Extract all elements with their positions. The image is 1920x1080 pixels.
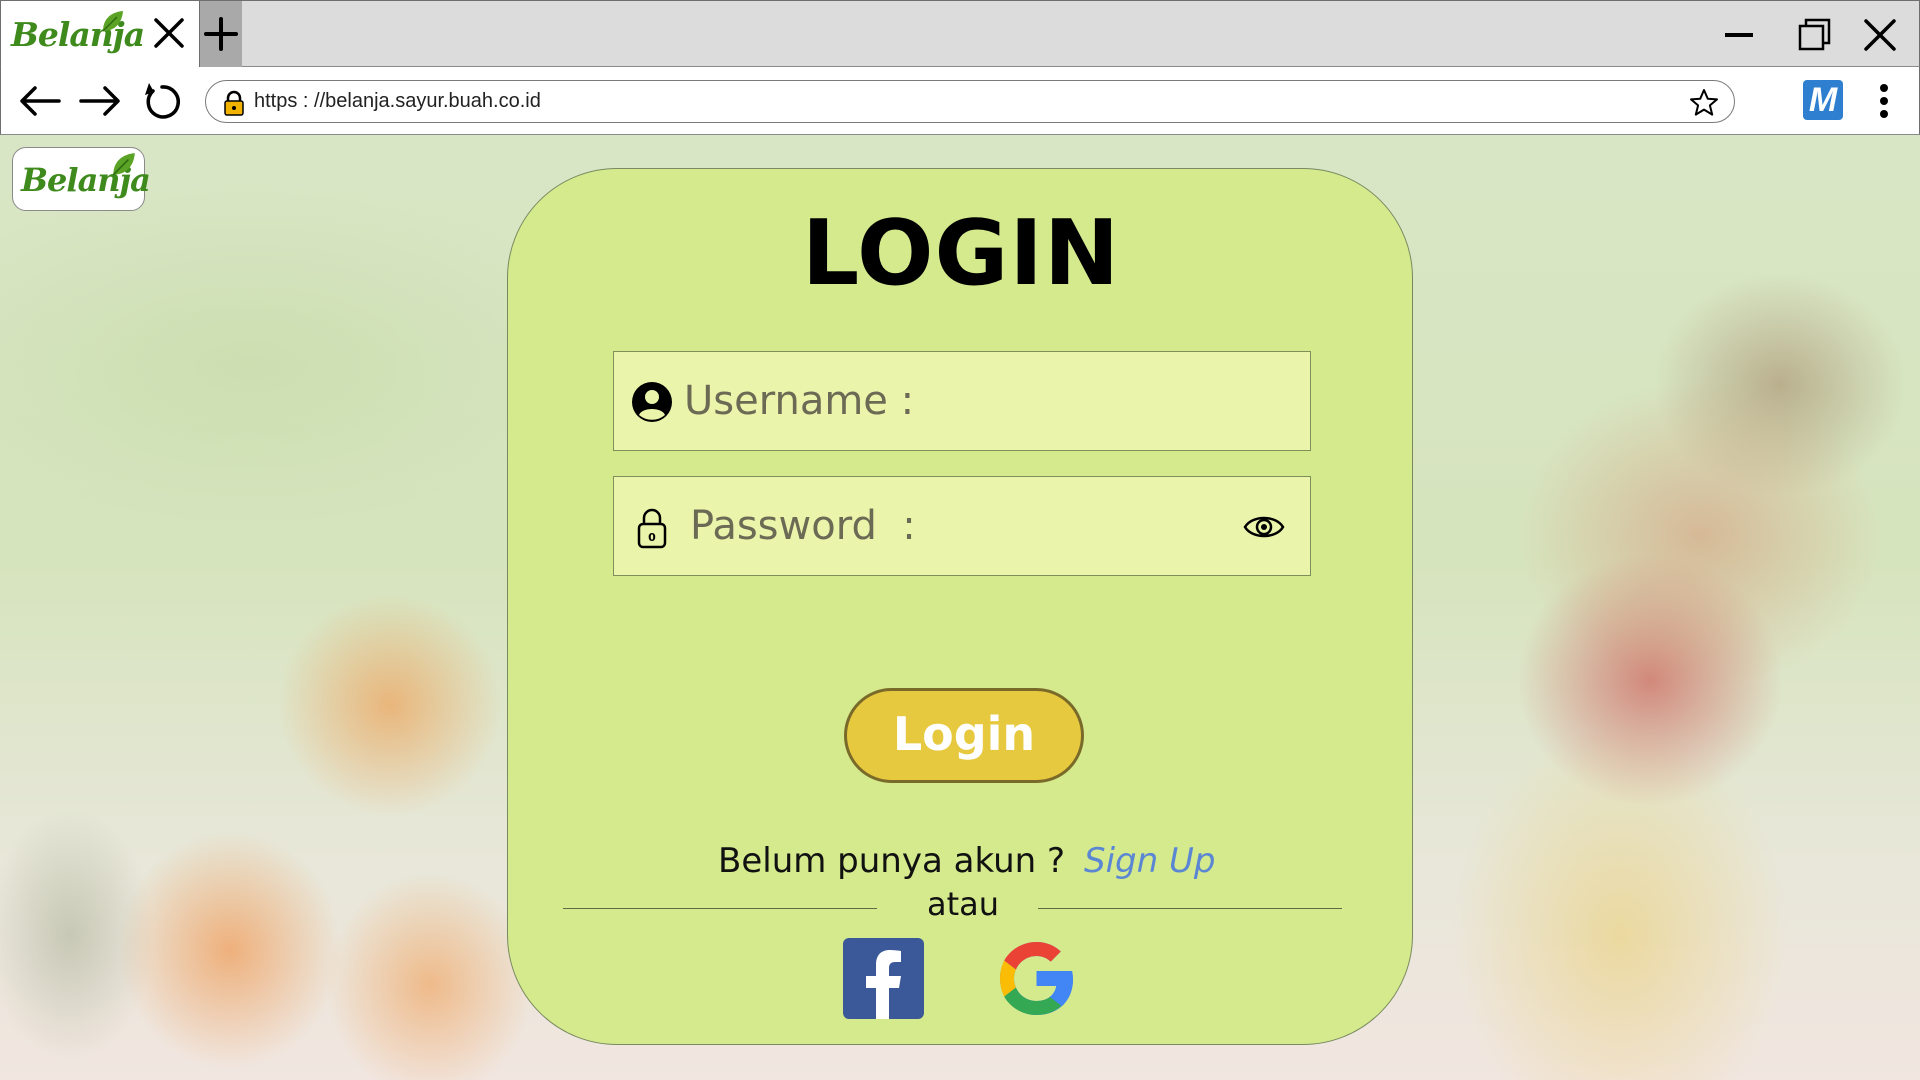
divider-line-right (1038, 908, 1342, 909)
facebook-icon[interactable] (843, 938, 924, 1019)
page-background: Belanja LOGIN Username : 0 Password : Lo… (0, 135, 1920, 1080)
google-icon[interactable] (996, 938, 1077, 1019)
svg-text:0: 0 (648, 531, 656, 544)
login-card: LOGIN Username : 0 Password : Login Belu… (507, 168, 1413, 1045)
divider-line-left (563, 908, 877, 909)
login-button[interactable]: Login (844, 688, 1084, 783)
plus-icon (204, 17, 238, 51)
close-window-icon[interactable] (1860, 15, 1900, 55)
signup-link[interactable]: Sign Up (1084, 841, 1215, 881)
new-tab-button[interactable] (200, 1, 242, 67)
browser-tab-bar: Belanja (0, 0, 1920, 67)
more-menu-icon[interactable] (1869, 81, 1899, 121)
user-circle-icon (632, 382, 672, 422)
close-tab-icon[interactable] (151, 15, 187, 51)
minimize-icon[interactable] (1719, 15, 1759, 55)
reload-icon[interactable] (139, 79, 185, 123)
tab-favicon-logo: Belanja (11, 7, 145, 63)
extension-m-icon[interactable]: M (1803, 80, 1843, 120)
url-text[interactable]: https : //belanja.sayur.buah.co.id (254, 90, 541, 113)
back-arrow-icon[interactable] (17, 79, 63, 123)
show-password-eye-icon[interactable] (1242, 509, 1286, 545)
username-placeholder: Username : (684, 378, 915, 424)
site-logo[interactable]: Belanja (12, 147, 151, 211)
address-bar[interactable]: https : //belanja.sayur.buah.co.id (205, 80, 1735, 123)
restore-icon[interactable] (1794, 15, 1834, 55)
signup-prompt: Belum punya akun ? (718, 841, 1066, 881)
password-field[interactable]: 0 Password : (613, 476, 1311, 576)
leaf-icon (102, 11, 123, 32)
username-field[interactable]: Username : (613, 351, 1311, 451)
browser-nav-bar: https : //belanja.sayur.buah.co.id M (0, 67, 1920, 135)
browser-tab[interactable]: Belanja (1, 1, 200, 67)
forward-arrow-icon[interactable] (77, 79, 123, 123)
bookmark-star-icon[interactable] (1688, 87, 1720, 119)
padlock-icon: 0 (637, 508, 667, 549)
leaf-icon (112, 153, 135, 176)
lock-icon (224, 90, 244, 116)
page-title: LOGIN (801, 201, 1121, 306)
divider-text: atau (926, 885, 1000, 923)
signup-row: Belum punya akun ? Sign Up (508, 841, 1414, 891)
password-placeholder: Password : (690, 503, 916, 549)
